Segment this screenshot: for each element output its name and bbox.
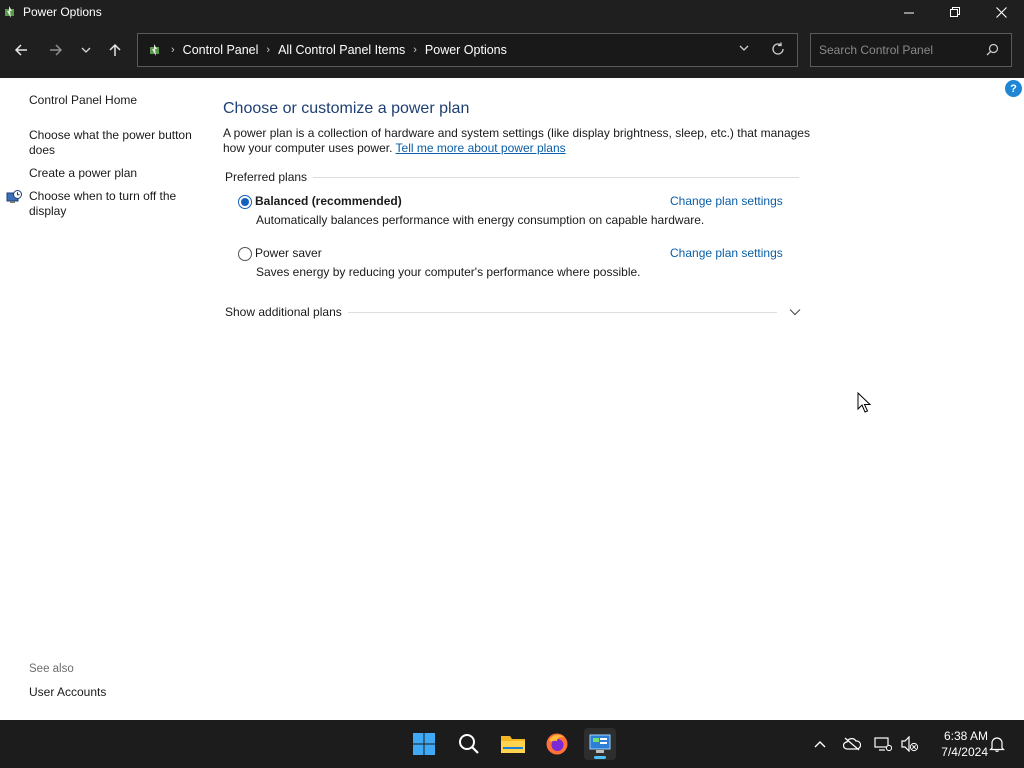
- taskbar: 6:38 AM 7/4/2024: [0, 720, 1024, 768]
- minimize-button[interactable]: [886, 0, 932, 24]
- restore-button[interactable]: [932, 0, 978, 24]
- breadcrumb-control-panel[interactable]: Control Panel: [183, 43, 259, 57]
- see-also-label: See also: [29, 663, 74, 675]
- plan-name[interactable]: Balanced (recommended): [255, 194, 402, 208]
- address-history-dropdown[interactable]: [739, 42, 749, 56]
- plan-description: Saves energy by reducing your computer's…: [256, 265, 641, 279]
- help-icon[interactable]: ?: [1005, 80, 1022, 97]
- clock-date: 7/4/2024: [941, 745, 988, 759]
- power-saver-radio[interactable]: [238, 247, 252, 261]
- refresh-icon[interactable]: [771, 42, 785, 59]
- firefox-icon[interactable]: [541, 728, 573, 760]
- additional-plans-label[interactable]: Show additional plans: [225, 305, 348, 319]
- chevron-right-icon: ›: [171, 44, 175, 56]
- chevron-right-icon: ›: [413, 44, 417, 56]
- close-button[interactable]: [978, 0, 1024, 24]
- onedrive-offline-icon[interactable]: [842, 734, 862, 754]
- show-additional-plans[interactable]: Show additional plans: [225, 305, 801, 319]
- control-panel-icon[interactable]: [584, 728, 616, 760]
- mouse-cursor-icon: [857, 392, 871, 413]
- search-placeholder: Search Control Panel: [819, 43, 934, 57]
- up-button[interactable]: [103, 38, 127, 62]
- change-plan-settings-link[interactable]: Change plan settings: [670, 194, 783, 208]
- plan-name[interactable]: Power saver: [255, 246, 322, 260]
- recent-locations-button[interactable]: [74, 38, 98, 62]
- left-pane: Control Panel Home Choose what the power…: [0, 78, 205, 720]
- network-icon[interactable]: [873, 734, 893, 754]
- search-input[interactable]: Search Control Panel: [810, 33, 1012, 67]
- learn-more-link[interactable]: Tell me more about power plans: [396, 141, 566, 155]
- title-bar: Power Options: [0, 0, 1024, 24]
- power-options-icon: [2, 4, 18, 20]
- plan-description: Automatically balances performance with …: [256, 213, 705, 227]
- breadcrumb-all-items[interactable]: All Control Panel Items: [278, 43, 405, 57]
- search-icon[interactable]: [453, 728, 485, 760]
- page-description: A power plan is a collection of hardware…: [223, 126, 813, 156]
- turn-off-display-link[interactable]: Choose when to turn off the display: [29, 189, 197, 219]
- create-power-plan-link[interactable]: Create a power plan: [29, 166, 137, 181]
- page-title: Choose or customize a power plan: [223, 100, 470, 117]
- display-timer-icon: [6, 190, 22, 206]
- file-explorer-icon[interactable]: [497, 728, 529, 760]
- chevron-right-icon: ›: [266, 44, 271, 56]
- search-icon[interactable]: [986, 43, 999, 59]
- preferred-plans-header: Preferred plans: [225, 170, 799, 184]
- address-bar[interactable]: › Control Panel › All Control Panel Item…: [137, 33, 798, 67]
- content-area: Control Panel Home Choose what the power…: [0, 78, 1024, 720]
- notification-bell-icon[interactable]: [987, 734, 1007, 754]
- breadcrumb-power-options[interactable]: Power Options: [425, 43, 507, 57]
- control-panel-icon: [147, 42, 163, 58]
- navigation-bar: › Control Panel › All Control Panel Item…: [0, 24, 1024, 78]
- change-plan-settings-link[interactable]: Change plan settings: [670, 246, 783, 260]
- user-accounts-link[interactable]: User Accounts: [29, 685, 106, 700]
- active-app-indicator: [594, 756, 606, 759]
- show-hidden-icons-button[interactable]: [810, 734, 830, 754]
- window-title: Power Options: [23, 5, 102, 19]
- start-icon[interactable]: [408, 728, 440, 760]
- taskbar-clock[interactable]: 6:38 AM 7/4/2024: [928, 728, 988, 760]
- chevron-down-icon[interactable]: [777, 308, 801, 316]
- forward-button[interactable]: [44, 38, 68, 62]
- back-button[interactable]: [9, 38, 33, 62]
- divider: [347, 311, 777, 313]
- preferred-plans-label: Preferred plans: [225, 170, 308, 184]
- clock-time: 6:38 AM: [943, 729, 988, 743]
- power-button-link[interactable]: Choose what the power button does: [29, 128, 201, 158]
- volume-muted-icon[interactable]: [900, 734, 920, 754]
- divider: [313, 176, 799, 178]
- control-panel-home-link[interactable]: Control Panel Home: [29, 93, 137, 108]
- balanced-radio[interactable]: [238, 195, 252, 209]
